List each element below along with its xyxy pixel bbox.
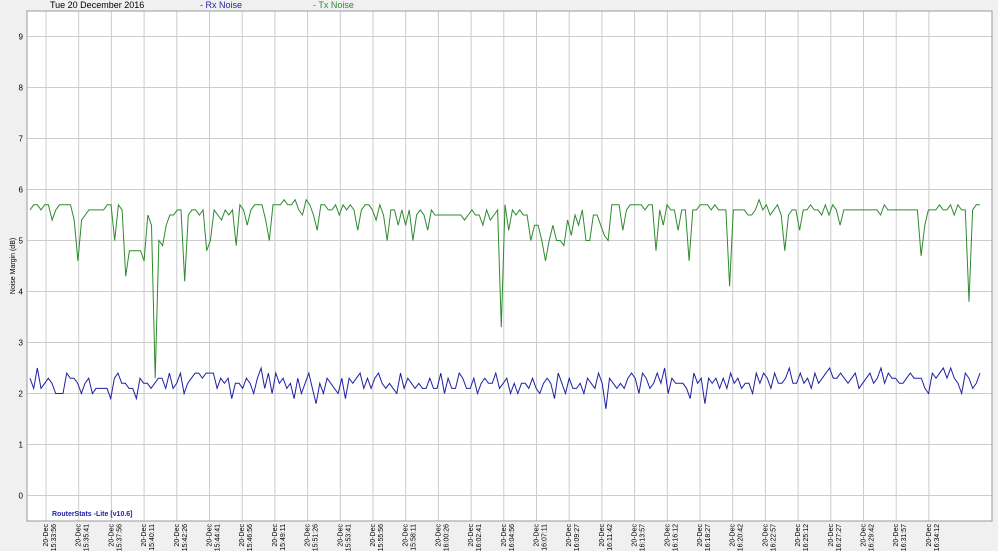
- x-tick-label: 20-Dec16:18:27: [697, 524, 712, 551]
- x-tick-label: 20-Dec16:09:27: [566, 524, 581, 551]
- x-tick-label: 20-Dec15:46:56: [239, 524, 254, 551]
- x-tick-label: 20-Dec15:42:26: [174, 524, 189, 551]
- x-tick-label: 20-Dec16:07:11: [534, 524, 549, 551]
- y-tick-label: 2: [19, 390, 24, 399]
- y-tick-label: 1: [19, 441, 24, 450]
- x-tick-label: 20-Dec16:20:42: [730, 524, 745, 551]
- x-axis: 20-Dec15:33:56 20-Dec15:35:41 20-Dec15:37:…: [43, 524, 941, 551]
- x-tick-label: 20-Dec16:29:42: [861, 524, 876, 551]
- x-tick-label: 20-Dec16:02:41: [468, 524, 483, 551]
- y-axis: 0 1 2 3 4 5 6 7 8 9: [19, 33, 24, 501]
- x-tick-label: 20-Dec15:35:41: [76, 524, 91, 551]
- x-tick-label: 20-Dec15:55:56: [370, 524, 385, 551]
- x-tick-label: 20-Dec15:44:41: [207, 524, 222, 551]
- y-tick-label: 6: [19, 186, 24, 195]
- y-tick-label: 3: [19, 339, 24, 348]
- y-tick-label: 8: [19, 84, 24, 93]
- x-tick-label: 20-Dec16:00:26: [435, 524, 450, 551]
- x-tick-label: 20-Dec15:49:11: [272, 524, 287, 551]
- x-tick-label: 20-Dec16:34:12: [926, 524, 941, 551]
- x-tick-label: 20-Dec15:33:56: [43, 524, 58, 551]
- x-tick-label: 20-Dec16:13:57: [632, 524, 647, 551]
- y-tick-label: 4: [19, 288, 24, 297]
- x-tick-label: 20-Dec15:53:41: [337, 524, 352, 551]
- y-tick-label: 0: [19, 492, 24, 501]
- x-tick-label: 20-Dec16:04:56: [501, 524, 516, 551]
- x-tick-label: 20-Dec16:25:12: [795, 524, 810, 551]
- y-tick-label: 9: [19, 33, 24, 42]
- watermark-label: RouterStats -Lite [v10.6]: [52, 511, 133, 518]
- x-tick-label: 20-Dec15:40:11: [141, 524, 156, 551]
- x-tick-label: 20-Dec15:37:56: [108, 524, 123, 551]
- x-tick-label: 20-Dec16:11:42: [599, 524, 614, 551]
- x-tick-label: 20-Dec16:31:57: [893, 524, 908, 551]
- y-axis-label: Noise Margin (dB): [10, 238, 17, 294]
- x-tick-label: 20-Dec15:51:26: [305, 524, 320, 551]
- x-tick-label: 20-Dec16:27:27: [828, 524, 843, 551]
- y-tick-label: 5: [19, 237, 24, 246]
- noise-margin-chart: 0123456789 20-Dec15:33:56 20-Dec15:35:41 2…: [10, 10, 993, 551]
- y-tick-label: 7: [19, 135, 24, 144]
- x-tick-label: 20-Dec16:16:12: [664, 524, 679, 551]
- x-tick-label: 20-Dec16:22:57: [762, 524, 777, 551]
- x-tick-label: 20-Dec15:58:11: [403, 524, 418, 551]
